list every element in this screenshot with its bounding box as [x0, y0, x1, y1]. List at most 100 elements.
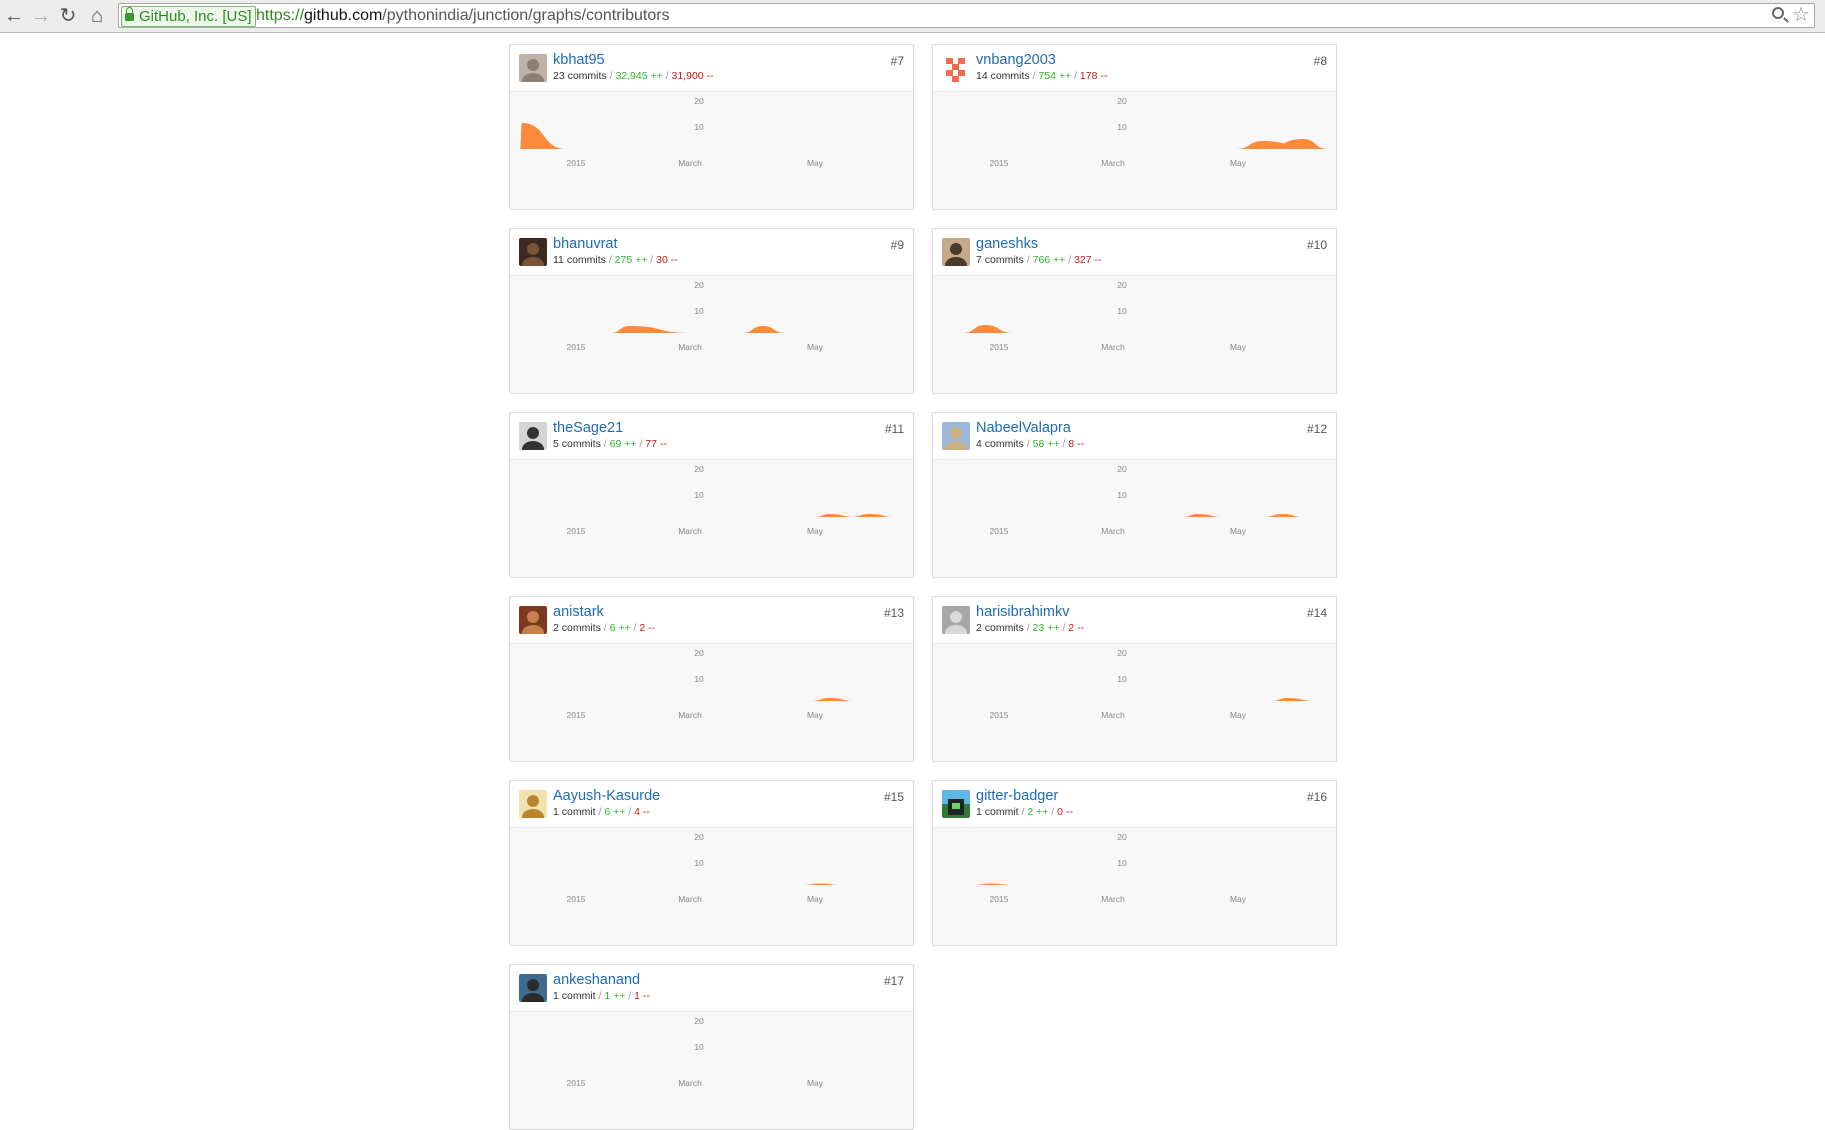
avatar[interactable]	[519, 790, 547, 818]
x-tick-label: March	[1101, 710, 1125, 720]
x-tick-label: May	[807, 342, 824, 352]
stats-separator: /	[1065, 254, 1075, 266]
address-bar[interactable]: GitHub, Inc. [US] https://github.com/pyt…	[118, 3, 1815, 28]
area-chart: 20102015 March May	[990, 464, 1303, 536]
contributor-stats: 1 commit / 2 ++ / 0 --	[976, 806, 1073, 818]
x-tick-label: March	[678, 1078, 702, 1088]
avatar[interactable]	[942, 54, 970, 82]
contributor-card: kbhat95 23 commits / 32,945 ++ / 31,900 -…	[509, 44, 914, 210]
y-tick-label: 20	[1117, 280, 1127, 290]
star-icon[interactable]: ☆	[1792, 4, 1810, 26]
contributor-card: ganeshks 7 commits / 766 ++ / 327 -- #10 20…	[932, 228, 1337, 394]
avatar[interactable]	[519, 238, 547, 266]
search-icon[interactable]	[1772, 7, 1784, 19]
commit-count[interactable]: 1 commit	[976, 806, 1019, 818]
deletions-count: 1 --	[634, 990, 650, 1002]
contributor-card: gitter-badger 1 commit / 2 ++ / 0 -- #16 20…	[932, 780, 1337, 946]
avatar[interactable]	[942, 238, 970, 266]
contributor-stats: 1 commit / 1 ++ / 1 --	[553, 990, 650, 1002]
commit-count[interactable]: 1 commit	[553, 990, 596, 1002]
x-tick-label: May	[1230, 158, 1247, 168]
x-tick-label: 2015	[567, 526, 586, 536]
additions-count: 2 ++	[1027, 806, 1049, 818]
stats-separator: /	[1059, 622, 1069, 634]
contributor-card: harisibrahimkv 2 commits / 23 ++ / 2 -- #1…	[932, 596, 1337, 762]
commit-count[interactable]: 1 commit	[553, 806, 596, 818]
forward-arrow-icon[interactable]: →	[30, 5, 52, 27]
commit-count[interactable]: 4 commits	[976, 438, 1024, 450]
x-tick-label: 2015	[567, 158, 586, 168]
commit-activity-graph: 20 10 2015 March May	[933, 276, 1336, 393]
contributor-stats: 4 commits / 58 ++ / 8 --	[976, 438, 1084, 450]
commit-activity-graph: 20 10 2015 March May	[510, 460, 913, 577]
x-tick-label: May	[807, 1078, 824, 1088]
stats-separator: /	[1071, 70, 1080, 82]
contributor-username-link[interactable]: NabeelValapra	[976, 420, 1071, 436]
contributor-username-link[interactable]: theSage21	[553, 420, 623, 436]
deletions-count: 2 --	[1068, 622, 1084, 634]
avatar[interactable]	[519, 422, 547, 450]
back-arrow-icon[interactable]: ←	[3, 5, 25, 27]
commit-count[interactable]: 5 commits	[553, 438, 601, 450]
commit-count[interactable]: 7 commits	[976, 254, 1024, 266]
url-host: github.com	[304, 7, 383, 24]
stats-separator: /	[662, 70, 672, 82]
stats-separator: /	[625, 990, 635, 1002]
contributor-username-link[interactable]: kbhat95	[553, 52, 605, 68]
contributor-rank: #9	[890, 238, 904, 252]
reload-icon[interactable]: ↻	[57, 5, 79, 27]
url-text[interactable]: https://github.com/pythonindia/junction/…	[256, 4, 670, 27]
home-icon[interactable]: ⌂	[86, 5, 108, 27]
avatar[interactable]	[942, 790, 970, 818]
commit-count[interactable]: 23 commits	[553, 70, 607, 82]
y-tick-label: 20	[694, 96, 704, 106]
area-chart: 20102015 March May	[567, 1016, 824, 1088]
contributor-header: anistark 2 commits / 6 ++ / 2 -- #13	[510, 597, 913, 644]
commit-activity-graph: 20 10 2015 March May	[510, 276, 913, 393]
avatar[interactable]	[942, 606, 970, 634]
avatar[interactable]	[519, 974, 547, 1002]
contributor-header: ganeshks 7 commits / 766 ++ / 327 -- #10	[933, 229, 1336, 276]
deletions-count: 31,900 --	[671, 70, 714, 82]
y-tick-label: 20	[694, 648, 704, 658]
contributor-stats: 1 commit / 6 ++ / 4 --	[553, 806, 650, 818]
contributor-header: gitter-badger 1 commit / 2 ++ / 0 -- #16	[933, 781, 1336, 828]
deletions-count: 327 --	[1074, 254, 1102, 266]
contributor-username-link[interactable]: vnbang2003	[976, 52, 1056, 68]
x-tick-label: May	[807, 710, 824, 720]
y-tick-label: 10	[694, 122, 704, 132]
contributor-rank: #11	[884, 422, 904, 436]
commit-area	[520, 123, 566, 149]
additions-count: 58 ++	[1032, 438, 1060, 450]
contributor-username-link[interactable]: ankeshanand	[553, 972, 640, 988]
commit-count[interactable]: 11 commits	[553, 254, 606, 266]
y-tick-label: 20	[1117, 464, 1127, 474]
contributor-username-link[interactable]: ganeshks	[976, 236, 1038, 252]
commit-count[interactable]: 2 commits	[553, 622, 601, 634]
contributor-username-link[interactable]: bhanuvrat	[553, 236, 618, 252]
avatar[interactable]	[519, 606, 547, 634]
avatar[interactable]	[942, 422, 970, 450]
area-chart: 20102015 March May	[990, 96, 1328, 168]
commit-activity-graph: 20 10 2015 March May	[510, 828, 913, 945]
commit-count[interactable]: 2 commits	[976, 622, 1024, 634]
stats-separator: /	[1059, 438, 1069, 450]
contributor-username-link[interactable]: gitter-badger	[976, 788, 1058, 804]
ev-certificate-badge[interactable]: GitHub, Inc. [US]	[121, 6, 256, 27]
contributor-card: ankeshanand 1 commit / 1 ++ / 1 -- #17 20 10…	[509, 964, 914, 1130]
contributor-stats: 7 commits / 766 ++ / 327 --	[976, 254, 1102, 266]
x-tick-label: May	[1230, 710, 1247, 720]
additions-count: 275 ++	[614, 254, 648, 266]
y-tick-label: 10	[1117, 674, 1127, 684]
y-tick-label: 10	[1117, 490, 1127, 500]
contributor-rank: #8	[1313, 54, 1327, 68]
contributor-username-link[interactable]: anistark	[553, 604, 604, 620]
additions-count: 6 ++	[604, 806, 626, 818]
y-tick-label: 20	[694, 464, 704, 474]
contributor-username-link[interactable]: harisibrahimkv	[976, 604, 1069, 620]
contributor-rank: #14	[1306, 606, 1327, 620]
area-chart: 20102015 March May	[520, 96, 824, 168]
contributor-username-link[interactable]: Aayush-Kasurde	[553, 788, 660, 804]
avatar[interactable]	[519, 54, 547, 82]
commit-count[interactable]: 14 commits	[976, 70, 1030, 82]
